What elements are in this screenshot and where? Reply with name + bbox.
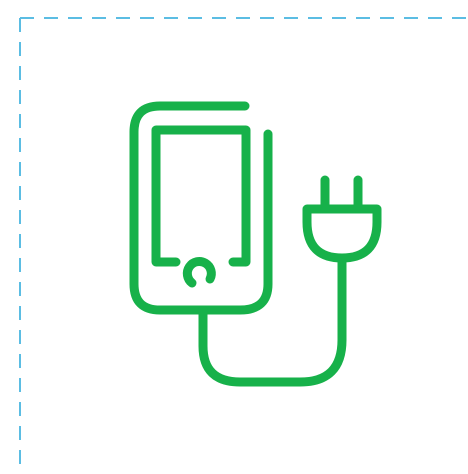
plug-head [302,204,382,263]
home-button [182,257,216,288]
phone-charger-icon [129,101,382,387]
phone-screen-outline [151,125,251,267]
